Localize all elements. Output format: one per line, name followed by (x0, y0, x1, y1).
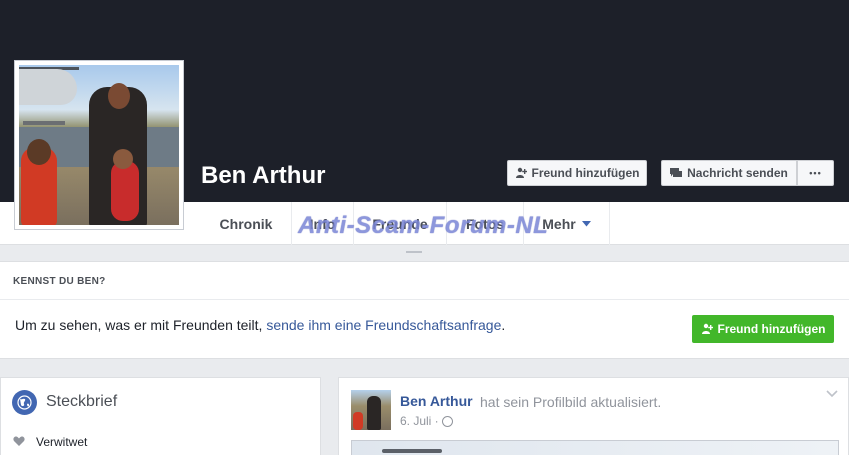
add-friend-green-label: Freund hinzufügen (717, 322, 826, 336)
intro-title: Steckbrief (46, 393, 118, 410)
send-message-button[interactable]: Nachricht senden (661, 160, 797, 186)
know-person-card: KENNST DU BEN? Um zu sehen, was er mit F… (0, 261, 849, 359)
post-options-chevron-icon[interactable] (826, 390, 838, 398)
collapse-handle[interactable] (406, 251, 422, 253)
add-friend-green-button[interactable]: Freund hinzufügen (692, 315, 834, 343)
post-image[interactable] (351, 440, 839, 455)
add-friend-icon (515, 167, 527, 178)
relationship-heart-icon (13, 436, 25, 446)
relationship-status: Verwitwet (36, 435, 88, 449)
profile-picture[interactable] (14, 60, 184, 230)
more-options-button[interactable]: ••• (797, 160, 834, 186)
more-dots-icon: ••• (809, 168, 822, 178)
send-message-label: Nachricht senden (687, 166, 788, 180)
post-author-avatar[interactable] (351, 390, 391, 430)
public-globe-icon (441, 415, 453, 427)
divider (0, 299, 849, 300)
add-friend-button[interactable]: Freund hinzufügen (507, 160, 647, 186)
friend-request-link[interactable]: sende ihm eine Freundschaftsanfrage (266, 317, 501, 333)
post-author-name[interactable]: Ben Arthur (400, 393, 473, 409)
globe-icon (12, 390, 37, 415)
add-friend-icon (701, 323, 713, 334)
know-card-text: Um zu sehen, was er mit Freunden teilt, … (15, 317, 506, 333)
message-icon (670, 167, 683, 177)
tab-chronik[interactable]: Chronik (201, 202, 291, 245)
intro-card: Steckbrief Verwitwet (0, 377, 321, 455)
add-friend-label: Freund hinzufügen (531, 166, 640, 180)
post-date[interactable]: 6. Juli · (400, 414, 453, 428)
chevron-down-icon (581, 220, 591, 226)
profile-photo-image (19, 65, 179, 225)
post-action-text: hat sein Profilbild aktualisiert. (480, 394, 662, 410)
profile-name[interactable]: Ben Arthur (201, 162, 325, 190)
know-card-header: KENNST DU BEN? (13, 276, 106, 287)
watermark-text: Anti-Scam-Forum-NL (298, 212, 549, 239)
timeline-post: Ben Arthur hat sein Profilbild aktualisi… (338, 377, 849, 455)
